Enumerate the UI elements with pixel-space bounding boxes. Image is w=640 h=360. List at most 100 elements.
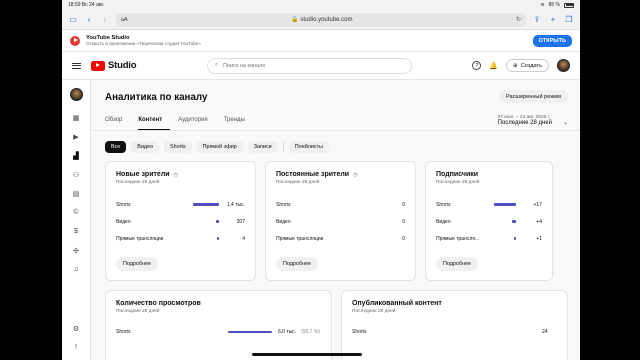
open-app-button[interactable]: ОТКРЫТЬ — [532, 34, 572, 47]
list-item: Видео +4 — [436, 218, 542, 225]
forward-icon[interactable]: › — [100, 15, 110, 25]
list-item: Прямые трансля... +1 — [436, 235, 542, 242]
published-content-card: Опубликованный контент Последние 28 дней… — [341, 290, 568, 360]
youtube-play-icon — [91, 60, 105, 71]
list-item: Прямые трансляции 0 — [276, 235, 405, 242]
studio-header: Studio ⌕ Поиск на канале ? 🔔 ⊕ Создать — [62, 52, 580, 80]
url-text: 🔒 studio.youtube.com — [291, 17, 353, 23]
tab-trends[interactable]: Тренды — [224, 117, 253, 130]
back-icon[interactable]: ‹ — [84, 15, 94, 25]
card-title: Постоянные зрители — [276, 171, 350, 178]
studio-logo[interactable]: Studio — [91, 60, 201, 71]
community-icon[interactable]: ⚇ — [70, 168, 83, 181]
battery-icon — [564, 2, 574, 8]
youtube-studio-app-icon — [70, 35, 80, 46]
list-item: Прямые трансляции 4 — [116, 235, 245, 242]
share-icon[interactable]: ⇪ — [532, 15, 542, 25]
new-viewers-card: Новые зрители ◷ Последние 28 дней Shorts 1… — [105, 161, 256, 281]
account-avatar[interactable] — [557, 59, 570, 72]
banner-title: YouTube Studio — [86, 34, 130, 41]
channel-avatar[interactable] — [69, 88, 83, 101]
card-title: Подписчики — [436, 171, 479, 178]
analytics-icon[interactable]: ▟ — [70, 149, 83, 162]
banner-subtitle: Открыть в приложении «Творческая студия … — [86, 41, 201, 47]
clock-icon: ◷ — [353, 171, 358, 178]
value-bar — [513, 237, 516, 240]
subscribers-card: Подписчики Последние 28 дней Shorts +17 В… — [425, 161, 553, 281]
new-tab-icon[interactable]: + — [548, 15, 558, 25]
content-icon[interactable]: ▶ — [70, 130, 83, 143]
value-bar — [216, 237, 219, 240]
reader-options[interactable]: aA — [121, 17, 128, 23]
period-selector[interactable]: 27 июл. – 23 авг. 2025 г. Последние 28 д… — [498, 115, 568, 130]
period-label: Последние 28 дней — [497, 120, 552, 126]
list-item: Shorts +17 — [436, 201, 542, 208]
earn-icon[interactable]: $ — [70, 225, 83, 238]
card-title: Количество просмотров — [116, 300, 201, 307]
tabs-divider — [91, 130, 580, 131]
advanced-mode-button[interactable]: Расширенный режим — [498, 90, 568, 103]
home-indicator[interactable] — [252, 353, 362, 356]
settings-icon[interactable]: ⚙ — [70, 322, 83, 335]
list-item: Shorts 6,0 тыс. (95,7 %) — [116, 329, 321, 335]
card-subtitle: Последние 28 дней — [352, 309, 396, 314]
battery-percent: 85 % — [548, 2, 560, 8]
list-item: Shorts 0 — [276, 201, 405, 208]
chip-all[interactable]: Все — [105, 141, 127, 153]
menu-icon[interactable] — [72, 61, 81, 71]
value-bar — [228, 330, 272, 334]
card-subtitle: Последние 28 дней — [116, 180, 160, 185]
subtitles-icon[interactable]: ▤ — [70, 187, 83, 200]
tab-content[interactable]: Контент — [138, 117, 171, 130]
monetization-icon[interactable]: © — [70, 206, 83, 219]
list-item: Shorts 24 — [352, 329, 548, 335]
create-icon: ⊕ — [513, 62, 518, 69]
list-item: Видео 207 — [116, 218, 245, 225]
card-subtitle: Последние 28 дней — [276, 180, 320, 185]
returning-viewers-card: Постоянные зрители ◷ Последние 28 дней Sh… — [265, 161, 416, 281]
chip-video[interactable]: Видео — [131, 141, 160, 153]
clock-icon: ◷ — [173, 171, 178, 178]
content-type-chips: Все Видео Shorts Прямой эфир Записи Плей… — [105, 141, 568, 153]
tab-audience[interactable]: Аудитория — [178, 117, 216, 130]
search-icon: ⌕ — [215, 62, 219, 68]
audio-library-icon[interactable]: ♫ — [70, 263, 83, 276]
views-card: Количество просмотров Последние 28 дней … — [105, 290, 332, 360]
sidebar-toggle-icon[interactable]: ▭ — [68, 15, 78, 25]
tab-overview[interactable]: Обзор — [105, 117, 130, 130]
reload-icon[interactable]: ↻ — [516, 16, 521, 23]
chip-live[interactable]: Прямой эфир — [196, 141, 243, 153]
address-bar[interactable]: aA 🔒 studio.youtube.com ↻ — [116, 12, 526, 27]
dashboard-icon[interactable]: ▦ — [70, 111, 83, 124]
value-bar — [494, 203, 516, 206]
customization-icon[interactable]: ✣ — [70, 244, 83, 257]
page-title: Аналитика по каналу — [105, 92, 208, 103]
card-subtitle: Последние 28 дней — [116, 309, 160, 314]
list-item: Shorts 1,4 тыс. — [116, 201, 245, 208]
chip-recordings[interactable]: Записи — [247, 141, 278, 153]
chip-shorts[interactable]: Shorts — [164, 141, 192, 153]
feedback-icon[interactable]: ! — [70, 341, 83, 354]
card-title: Новые зрители — [116, 171, 170, 178]
chevron-down-icon: ⌄ — [562, 120, 568, 126]
create-button[interactable]: ⊕ Создать — [506, 59, 549, 72]
notifications-icon[interactable]: 🔔 — [489, 62, 498, 70]
chip-playlists[interactable]: Плейлисты — [288, 141, 329, 153]
more-button[interactable]: Подробнее — [276, 257, 318, 271]
search-placeholder: Поиск на канале — [223, 62, 266, 69]
status-time: 18:59 — [68, 2, 81, 8]
status-bar: 18:59 Вс 24 авг. ≋ 85 % — [62, 0, 580, 10]
ipad-screen: 18:59 Вс 24 авг. ≋ 85 % ▭ ‹ › aA 🔒 studi… — [62, 0, 580, 360]
value-bar — [511, 220, 516, 223]
channel-search-input[interactable]: ⌕ Поиск на канале — [207, 57, 412, 74]
more-button[interactable]: Подробнее — [436, 257, 478, 271]
card-subtitle: Последние 28 дней — [436, 180, 480, 185]
status-date: Вс 24 авг. — [81, 2, 105, 8]
browser-toolbar: ▭ ‹ › aA 🔒 studio.youtube.com ↻ ⇪ + ❐ — [62, 10, 580, 30]
tabs-icon[interactable]: ❐ — [564, 15, 574, 25]
more-button[interactable]: Подробнее — [116, 257, 158, 271]
app-banner: YouTube Studio Открыть в приложении «Тво… — [62, 30, 580, 52]
card-title: Опубликованный контент — [352, 300, 442, 307]
wifi-icon: ≋ — [540, 2, 545, 8]
help-icon[interactable]: ? — [472, 61, 482, 70]
